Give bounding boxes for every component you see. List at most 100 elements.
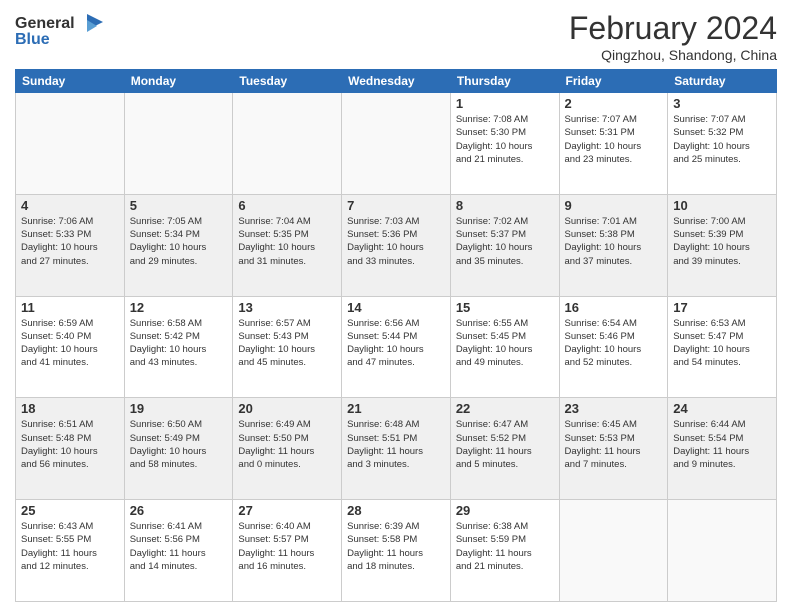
table-row [342,93,451,195]
day-number: 27 [238,503,336,518]
day-info: Sunrise: 6:50 AMSunset: 5:49 PMDaylight:… [130,418,228,471]
day-info: Sunrise: 7:06 AMSunset: 5:33 PMDaylight:… [21,215,119,268]
day-info: Sunrise: 6:40 AMSunset: 5:57 PMDaylight:… [238,520,336,573]
col-friday: Friday [559,70,668,93]
table-row [16,93,125,195]
table-row: 2 Sunrise: 7:07 AMSunset: 5:31 PMDaylight… [559,93,668,195]
table-row: 20Sunrise: 6:49 AMSunset: 5:50 PMDayligh… [233,398,342,500]
day-info: Sunrise: 6:47 AMSunset: 5:52 PMDaylight:… [456,418,554,471]
table-row: 8 Sunrise: 7:02 AMSunset: 5:37 PMDaylight… [450,194,559,296]
day-number: 5 [130,198,228,213]
day-info: Sunrise: 6:55 AMSunset: 5:45 PMDaylight:… [456,317,554,370]
day-info: Sunrise: 6:45 AMSunset: 5:53 PMDaylight:… [565,418,663,471]
day-number: 18 [21,401,119,416]
day-info: Sunrise: 7:08 AMSunset: 5:30 PMDaylight:… [456,113,554,166]
header-row: Sunday Monday Tuesday Wednesday Thursday… [16,70,777,93]
day-info: Sunrise: 6:53 AMSunset: 5:47 PMDaylight:… [673,317,771,370]
day-number: 28 [347,503,445,518]
table-row: 25Sunrise: 6:43 AMSunset: 5:55 PMDayligh… [16,500,125,602]
calendar-table: Sunday Monday Tuesday Wednesday Thursday… [15,69,777,602]
day-number: 4 [21,198,119,213]
col-tuesday: Tuesday [233,70,342,93]
day-number: 26 [130,503,228,518]
table-row: 1 Sunrise: 7:08 AMSunset: 5:30 PMDaylight… [450,93,559,195]
day-info: Sunrise: 7:05 AMSunset: 5:34 PMDaylight:… [130,215,228,268]
table-row: 12 Sunrise: 6:58 AMSunset: 5:42 PMDayligh… [124,296,233,398]
table-row: 4 Sunrise: 7:06 AMSunset: 5:33 PMDaylight… [16,194,125,296]
day-info: Sunrise: 6:44 AMSunset: 5:54 PMDaylight:… [673,418,771,471]
col-monday: Monday [124,70,233,93]
day-number: 2 [565,96,663,111]
day-number: 16 [565,300,663,315]
day-number: 12 [130,300,228,315]
calendar-week-row: 4 Sunrise: 7:06 AMSunset: 5:33 PMDaylight… [16,194,777,296]
day-info: Sunrise: 7:01 AMSunset: 5:38 PMDaylight:… [565,215,663,268]
header: General Blue February 2024 Qingzhou, Sha… [15,10,777,63]
col-saturday: Saturday [668,70,777,93]
table-row: 23 Sunrise: 6:45 AMSunset: 5:53 PMDayligh… [559,398,668,500]
day-info: Sunrise: 7:04 AMSunset: 5:35 PMDaylight:… [238,215,336,268]
day-info: Sunrise: 6:51 AMSunset: 5:48 PMDaylight:… [21,418,119,471]
calendar-week-row: 1 Sunrise: 7:08 AMSunset: 5:30 PMDaylight… [16,93,777,195]
col-thursday: Thursday [450,70,559,93]
page: General Blue February 2024 Qingzhou, Sha… [0,0,792,612]
logo-area: General Blue [15,10,105,55]
table-row [559,500,668,602]
table-row: 29Sunrise: 6:38 AMSunset: 5:59 PMDayligh… [450,500,559,602]
day-number: 23 [565,401,663,416]
table-row: 16Sunrise: 6:54 AMSunset: 5:46 PMDayligh… [559,296,668,398]
day-info: Sunrise: 6:59 AMSunset: 5:40 PMDaylight:… [21,317,119,370]
day-info: Sunrise: 7:03 AMSunset: 5:36 PMDaylight:… [347,215,445,268]
day-info: Sunrise: 6:43 AMSunset: 5:55 PMDaylight:… [21,520,119,573]
table-row: 22 Sunrise: 6:47 AMSunset: 5:52 PMDayligh… [450,398,559,500]
day-number: 10 [673,198,771,213]
day-info: Sunrise: 6:56 AMSunset: 5:44 PMDaylight:… [347,317,445,370]
day-number: 22 [456,401,554,416]
day-number: 8 [456,198,554,213]
day-number: 14 [347,300,445,315]
table-row [668,500,777,602]
table-row: 13 Sunrise: 6:57 AMSunset: 5:43 PMDayligh… [233,296,342,398]
table-row: 18 Sunrise: 6:51 AMSunset: 5:48 PMDayligh… [16,398,125,500]
day-info: Sunrise: 6:41 AMSunset: 5:56 PMDaylight:… [130,520,228,573]
day-info: Sunrise: 6:39 AMSunset: 5:58 PMDaylight:… [347,520,445,573]
day-number: 7 [347,198,445,213]
svg-text:Blue: Blue [15,31,50,48]
day-number: 1 [456,96,554,111]
logo: General Blue [15,10,105,55]
day-info: Sunrise: 6:48 AMSunset: 5:51 PMDaylight:… [347,418,445,471]
day-info: Sunrise: 7:02 AMSunset: 5:37 PMDaylight:… [456,215,554,268]
day-number: 3 [673,96,771,111]
table-row: 21Sunrise: 6:48 AMSunset: 5:51 PMDayligh… [342,398,451,500]
day-number: 9 [565,198,663,213]
day-info: Sunrise: 6:57 AMSunset: 5:43 PMDaylight:… [238,317,336,370]
table-row: 15Sunrise: 6:55 AMSunset: 5:45 PMDayligh… [450,296,559,398]
day-info: Sunrise: 7:07 AMSunset: 5:31 PMDaylight:… [565,113,663,166]
day-info: Sunrise: 7:00 AMSunset: 5:39 PMDaylight:… [673,215,771,268]
table-row: 5 Sunrise: 7:05 AMSunset: 5:34 PMDaylight… [124,194,233,296]
day-info: Sunrise: 7:07 AMSunset: 5:32 PMDaylight:… [673,113,771,166]
day-info: Sunrise: 6:58 AMSunset: 5:42 PMDaylight:… [130,317,228,370]
table-row: 11 Sunrise: 6:59 AMSunset: 5:40 PMDayligh… [16,296,125,398]
calendar-week-row: 25Sunrise: 6:43 AMSunset: 5:55 PMDayligh… [16,500,777,602]
location-label: Qingzhou, Shandong, China [569,47,777,63]
col-wednesday: Wednesday [342,70,451,93]
table-row: 26 Sunrise: 6:41 AMSunset: 5:56 PMDayligh… [124,500,233,602]
day-number: 13 [238,300,336,315]
table-row [124,93,233,195]
table-row: 14 Sunrise: 6:56 AMSunset: 5:44 PMDayligh… [342,296,451,398]
table-row: 9 Sunrise: 7:01 AMSunset: 5:38 PMDaylight… [559,194,668,296]
table-row: 10 Sunrise: 7:00 AMSunset: 5:39 PMDayligh… [668,194,777,296]
calendar-week-row: 11 Sunrise: 6:59 AMSunset: 5:40 PMDayligh… [16,296,777,398]
svg-text:General: General [15,15,75,32]
table-row: 27 Sunrise: 6:40 AMSunset: 5:57 PMDayligh… [233,500,342,602]
calendar-week-row: 18 Sunrise: 6:51 AMSunset: 5:48 PMDayligh… [16,398,777,500]
day-number: 6 [238,198,336,213]
day-number: 11 [21,300,119,315]
title-area: February 2024 Qingzhou, Shandong, China [569,10,777,63]
table-row: 17Sunrise: 6:53 AMSunset: 5:47 PMDayligh… [668,296,777,398]
table-row: 3 Sunrise: 7:07 AMSunset: 5:32 PMDaylight… [668,93,777,195]
day-number: 29 [456,503,554,518]
table-row: 24Sunrise: 6:44 AMSunset: 5:54 PMDayligh… [668,398,777,500]
table-row: 19Sunrise: 6:50 AMSunset: 5:49 PMDayligh… [124,398,233,500]
